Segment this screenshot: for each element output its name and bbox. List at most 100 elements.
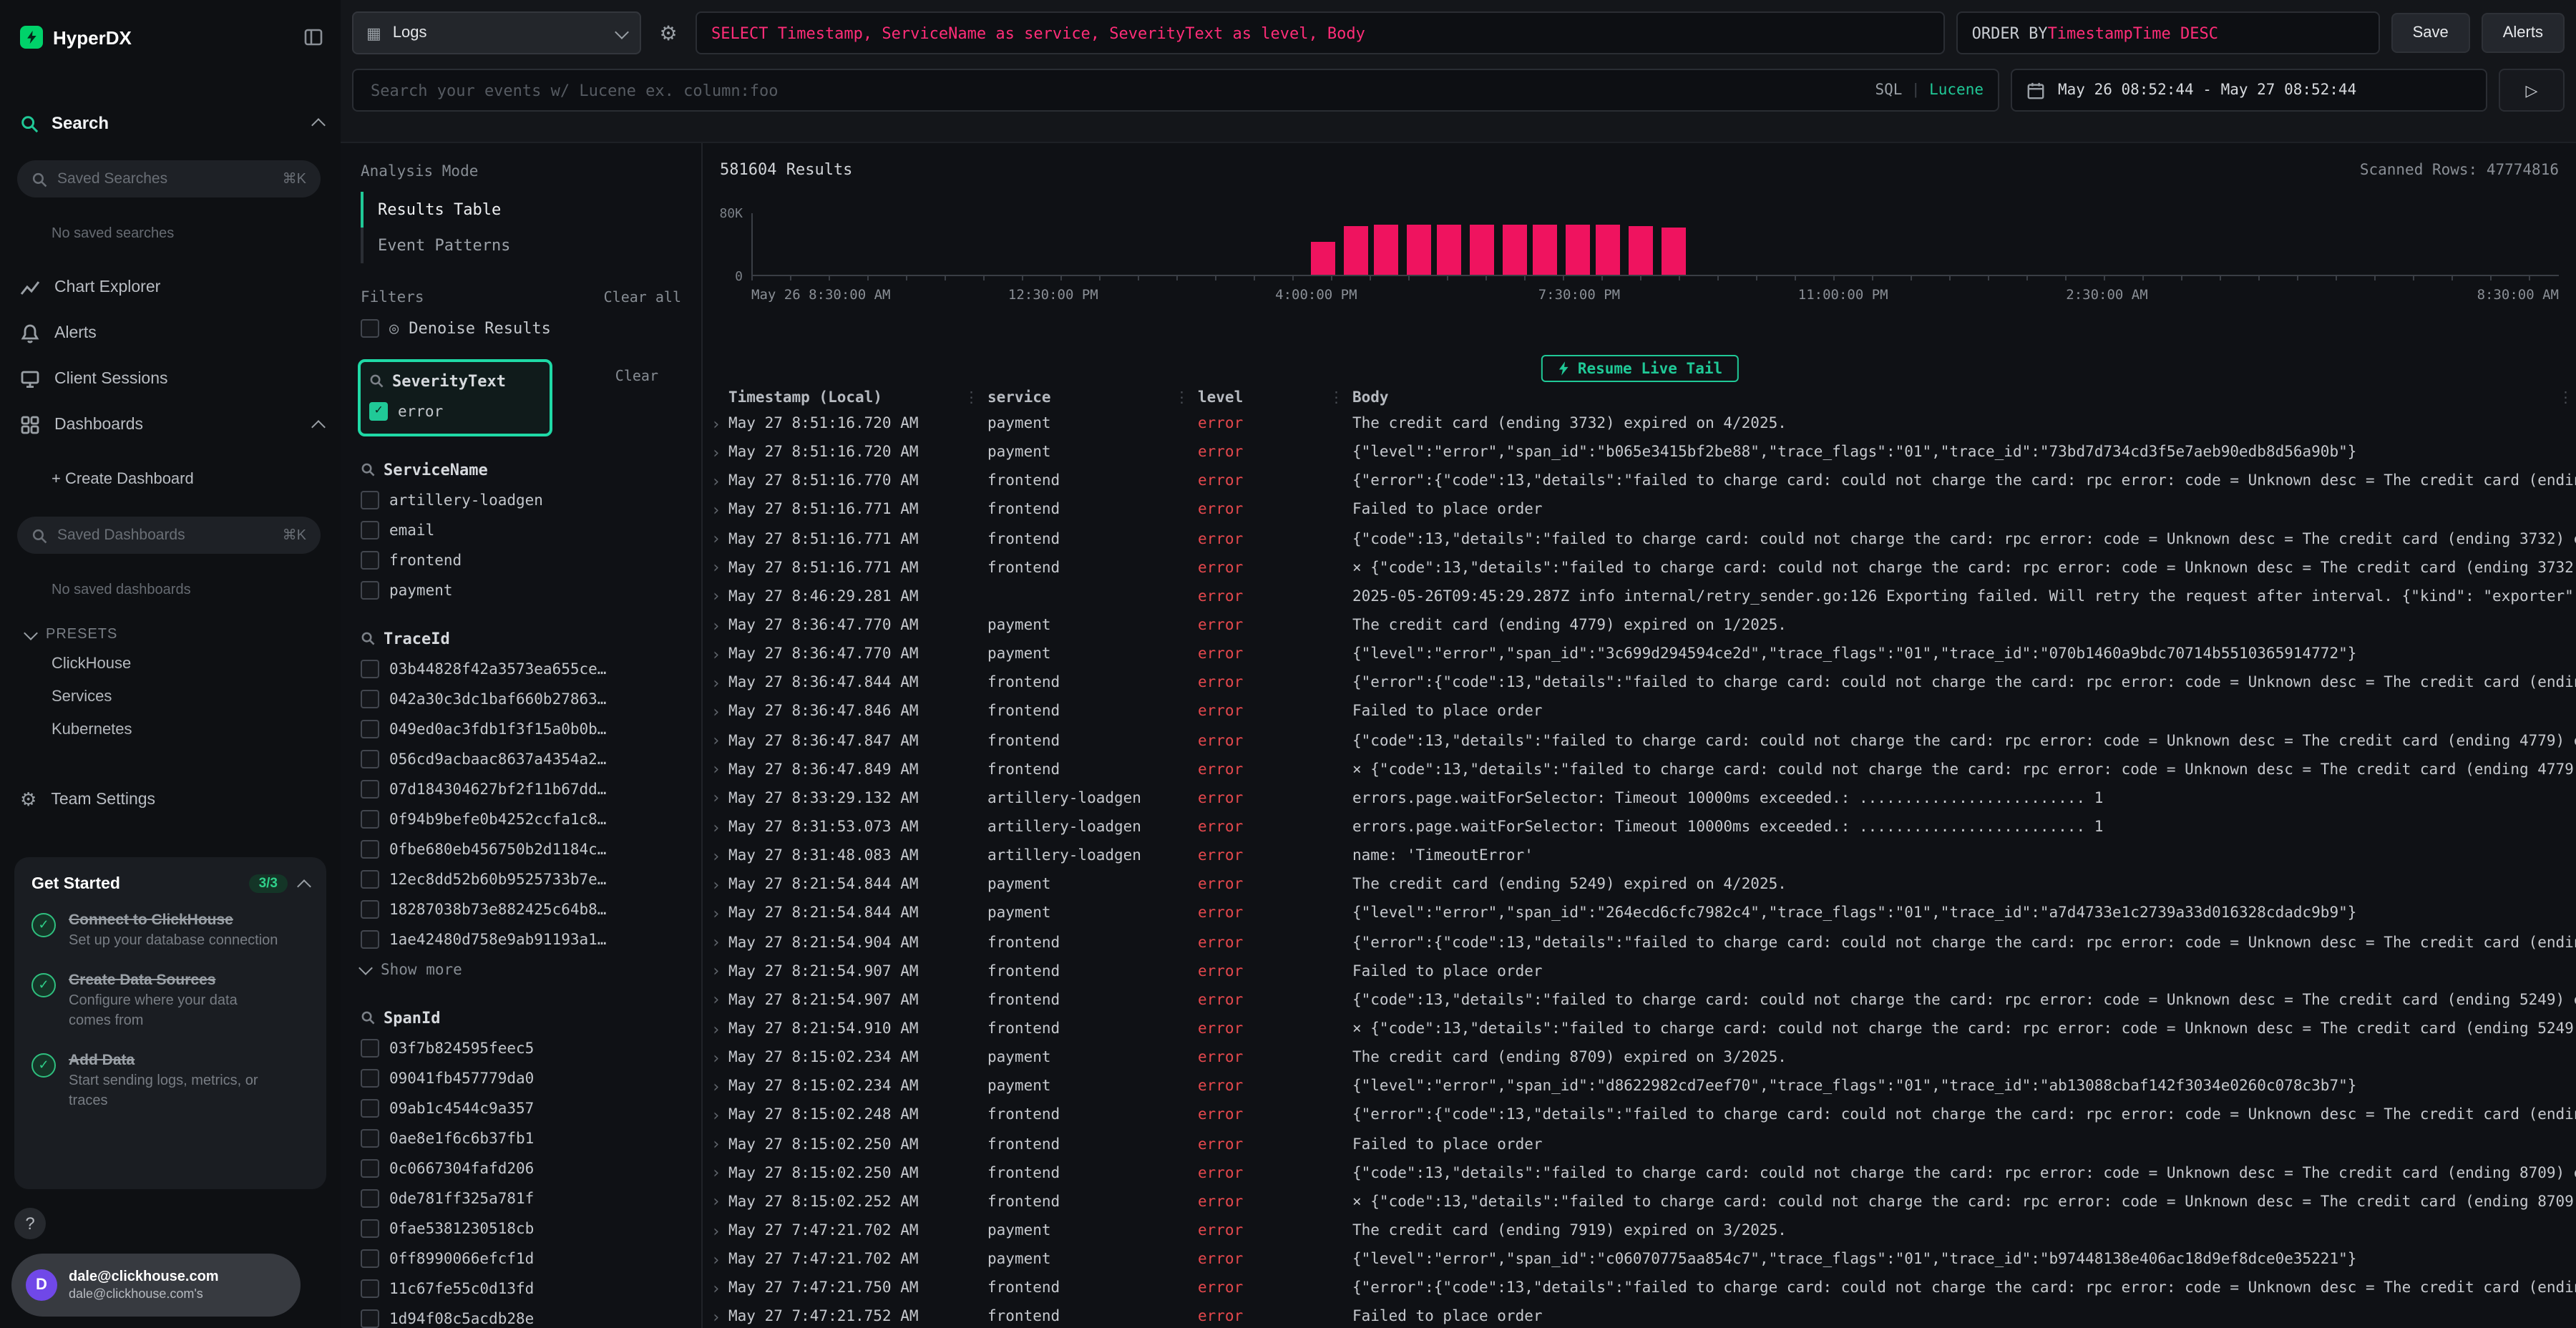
severity-clear-button[interactable]: Clear [615,369,658,385]
log-row[interactable]: › May 27 8:36:47.844 AM frontend error {… [703,669,2576,698]
expand-row-icon[interactable]: › [711,444,728,460]
sidebar-item-search[interactable]: Search [20,106,323,140]
checkbox[interactable]: ✓ [361,690,379,708]
filter-option[interactable]: ✓ 0fbe680eb456750b2d1184c… [358,834,687,864]
histogram-bar[interactable] [1343,225,1367,275]
log-row[interactable]: › May 27 8:15:02.250 AM frontend error F… [703,1130,2576,1158]
expand-row-icon[interactable]: › [711,1281,728,1297]
help-button[interactable]: ? [14,1208,46,1239]
filter-option[interactable]: ✓ 0de781ff325a781f [358,1183,687,1214]
filter-option[interactable]: ✓ 11c67fe55c0d13fd [358,1274,687,1304]
log-row[interactable]: › May 27 8:21:54.907 AM frontend error F… [703,957,2576,985]
log-row[interactable]: › May 27 7:47:21.702 AM payment error Th… [703,1216,2576,1245]
mode-event-patterns[interactable]: Event Patterns [364,228,687,263]
filter-option[interactable]: ✓ 03f7b824595feec5 [358,1033,687,1063]
filter-option[interactable]: ✓ 18287038b73e882425c64b8… [358,894,687,924]
filter-option[interactable]: ✓ 042a30c3dc1baf660b27863… [358,684,687,714]
histogram-bar[interactable] [1596,224,1621,275]
lucene-search-box[interactable]: SQL | Lucene [352,69,1999,112]
search-icon[interactable] [361,462,375,477]
expand-row-icon[interactable]: › [711,531,728,547]
checkbox[interactable]: ✓ [361,840,379,859]
log-row[interactable]: › May 27 8:36:47.847 AM frontend error {… [703,726,2576,755]
histogram-bar[interactable] [1438,224,1462,275]
histogram-bar[interactable] [1533,224,1557,275]
traceid-show-more-button[interactable]: Show more [358,954,687,985]
sidebar-item-team-settings[interactable]: ⚙ Team Settings [20,780,341,820]
log-row[interactable]: › May 27 8:51:16.720 AM payment error {"… [703,438,2576,467]
filter-option[interactable]: ✓ 0ae8e1f6c6b37fb1 [358,1123,687,1153]
expand-row-icon[interactable]: › [711,992,728,1008]
log-row[interactable]: › May 27 8:15:02.250 AM frontend error {… [703,1158,2576,1187]
expand-row-icon[interactable]: › [711,589,728,605]
log-row[interactable]: › May 27 8:21:54.904 AM frontend error {… [703,928,2576,957]
checkbox[interactable]: ✓ [361,1189,379,1208]
get-started-item[interactable]: ✓ Add Data Start sending logs, metrics, … [31,1051,309,1113]
log-row[interactable]: › May 27 8:15:02.248 AM frontend error {… [703,1101,2576,1130]
histogram-bar[interactable] [1407,225,1431,275]
preset-dashboard-link[interactable]: ClickHouse [52,647,341,680]
log-row[interactable]: › May 27 7:47:21.750 AM frontend error {… [703,1274,2576,1302]
sidebar-item-chart-explorer[interactable]: Chart Explorer [0,265,341,311]
chevron-up-icon[interactable] [311,420,326,434]
expand-row-icon[interactable]: › [711,963,728,979]
date-range-picker[interactable]: May 26 08:52:44 - May 27 08:52:44 [2011,69,2487,112]
log-row[interactable]: › May 27 8:31:48.083 AM artillery-loadge… [703,841,2576,870]
column-handle-icon[interactable]: ⋮ [964,389,979,406]
filter-option[interactable]: ✓ 03b44828f42a3573ea655ce… [358,654,687,684]
expand-row-icon[interactable]: › [711,848,728,864]
preset-dashboard-link[interactable]: Kubernetes [52,713,341,746]
filter-option[interactable]: ✓ email [358,515,687,545]
checkbox[interactable]: ✓ [361,900,379,919]
expand-row-icon[interactable]: › [711,1079,728,1095]
log-row[interactable]: › May 27 8:21:54.844 AM payment error {"… [703,899,2576,928]
expand-row-icon[interactable]: › [711,646,728,662]
sql-mode-toggle[interactable]: SQL [1875,82,1902,99]
checkbox[interactable]: ✓ [361,870,379,889]
expand-row-icon[interactable]: › [711,819,728,835]
expand-row-icon[interactable]: › [711,1309,728,1325]
search-input[interactable] [368,79,1863,101]
save-button[interactable]: Save [2391,13,2470,53]
checkbox[interactable]: ✓ [361,1309,379,1328]
expand-row-icon[interactable]: › [711,733,728,748]
hyperdx-logo[interactable]: HyperDX [20,26,132,49]
filter-option[interactable]: ✓ 09ab1c4544c9a357 [358,1093,687,1123]
source-settings-gear-icon[interactable]: ⚙ [653,21,684,45]
alerts-button[interactable]: Alerts [2482,13,2565,53]
checkbox[interactable]: ✓ [361,720,379,738]
expand-row-icon[interactable]: › [711,1136,728,1152]
checkbox[interactable]: ✓ [361,780,379,799]
filter-option[interactable]: ✓ 0ff8990066efcf1d [358,1244,687,1274]
search-icon[interactable] [369,374,384,388]
log-row[interactable]: › May 27 8:36:47.849 AM frontend error ×… [703,755,2576,783]
filter-option[interactable]: ✓ 07d184304627bf2f11b67dd… [358,774,687,804]
log-row[interactable]: › May 27 8:31:53.073 AM artillery-loadge… [703,813,2576,841]
filter-option[interactable]: ✓ 09041fb457779da0 [358,1063,687,1093]
column-level[interactable]: level⋮ [1198,389,1352,406]
preset-dashboard-link[interactable]: Services [52,680,341,713]
expand-row-icon[interactable]: › [711,934,728,950]
sql-select-input[interactable]: SELECT Timestamp, ServiceName as service… [696,11,1945,54]
lucene-mode-toggle[interactable]: Lucene [1929,82,1984,99]
expand-row-icon[interactable]: › [711,675,728,691]
checkbox[interactable]: ✓ [361,1129,379,1148]
log-row[interactable]: › May 27 8:15:02.234 AM payment error Th… [703,1043,2576,1072]
search-icon[interactable] [361,631,375,645]
filter-option[interactable]: ✓ 049ed0ac3fdb1f3f15a0b0b… [358,714,687,744]
log-row[interactable]: › May 27 8:51:16.771 AM frontend error ×… [703,553,2576,582]
get-started-header[interactable]: Get Started 3/3 [31,874,309,893]
expand-row-icon[interactable]: › [711,1223,728,1239]
log-row[interactable]: › May 27 8:33:29.132 AM artillery-loadge… [703,784,2576,813]
expand-row-icon[interactable]: › [711,1108,728,1123]
checkbox[interactable]: ✓ [361,491,379,509]
order-by-input[interactable]: ORDER BY TimestampTime DESC [1956,11,2380,54]
checkbox[interactable]: ✓ [361,750,379,768]
checkbox[interactable]: ✓ [361,521,379,540]
search-icon[interactable] [361,1010,375,1025]
checkbox[interactable]: ✓ [361,810,379,829]
resume-live-tail-button[interactable]: Resume Live Tail [1541,355,1738,382]
log-row[interactable]: › May 27 8:51:16.720 AM payment error Th… [703,409,2576,438]
checkbox[interactable]: ✓ [361,1219,379,1238]
column-service[interactable]: service⋮ [987,389,1198,406]
